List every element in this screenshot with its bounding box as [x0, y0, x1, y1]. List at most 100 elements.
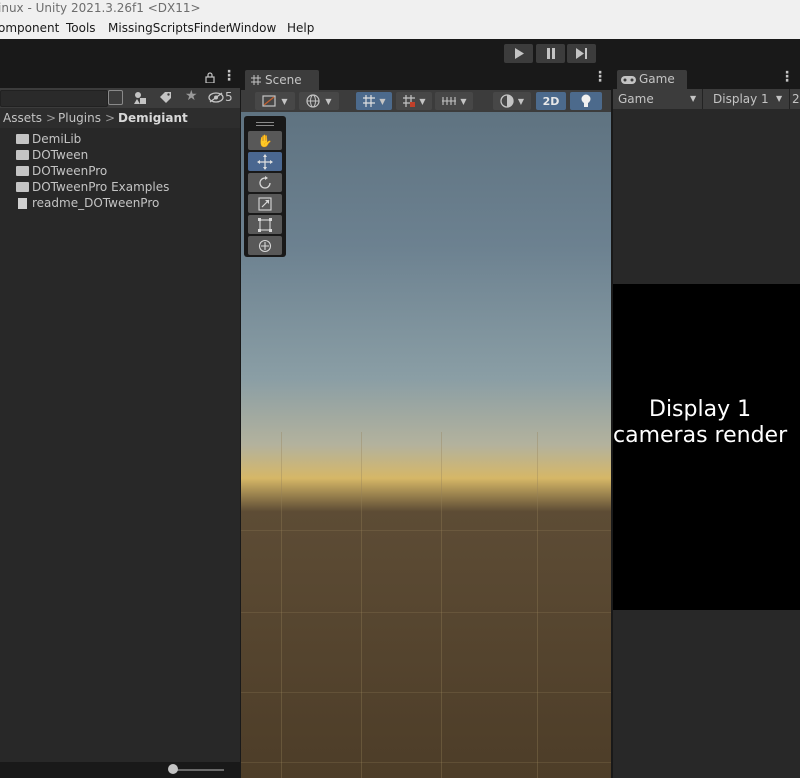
toggle-2d-button[interactable]: 2D — [536, 92, 566, 110]
display-message-line1: Display 1 — [649, 397, 752, 422]
tab-scene[interactable]: Scene — [245, 70, 319, 90]
shaded-draw-icon — [262, 95, 277, 107]
rotate-tool-button[interactable] — [248, 173, 282, 192]
menu-missing-scripts-finder[interactable]: MissingScriptsFinder — [108, 21, 231, 35]
chevron-down-icon: ▼ — [281, 96, 288, 106]
move-tool-button[interactable] — [248, 152, 282, 171]
breadcrumb-separator: > — [46, 111, 57, 125]
scene-menu-icon[interactable]: ⋮ — [593, 69, 607, 85]
chevron-down-icon: ▼ — [379, 96, 386, 106]
lock-icon[interactable] — [205, 72, 215, 83]
search-by-type-icon[interactable] — [108, 90, 123, 105]
display-select[interactable]: Display 1 ▼ — [703, 89, 789, 109]
scale-tool-button[interactable] — [248, 194, 282, 213]
chevron-down-icon: ▼ — [690, 94, 697, 103]
scene-visibility-dropdown[interactable]: ▼ — [299, 92, 339, 110]
transform-tool-button[interactable] — [248, 236, 282, 255]
list-item-label: DOTweenPro — [32, 164, 108, 178]
icon-size-slider-track[interactable] — [172, 769, 224, 771]
globe-icon — [306, 94, 321, 108]
list-item-label: readme_DOTweenPro — [32, 196, 160, 210]
folder-icon — [16, 166, 29, 176]
chevron-down-icon: ▼ — [325, 96, 332, 106]
project-footer — [0, 762, 240, 778]
list-item-label: DOTweenPro Examples — [32, 180, 170, 194]
menu-help[interactable]: Help — [287, 21, 314, 35]
breadcrumb-assets[interactable]: Assets — [3, 108, 42, 128]
display-select-label: Display 1 — [713, 92, 769, 106]
game-menu-icon[interactable]: ⋮ — [780, 69, 794, 85]
rotate-icon — [259, 175, 271, 189]
chevron-down-icon: ▼ — [419, 96, 426, 106]
tab-game[interactable]: Game — [617, 70, 687, 89]
game-tabbar: Game ⋮ — [613, 68, 800, 89]
breadcrumb-plugins[interactable]: Plugins — [58, 108, 101, 128]
breadcrumb: Assets > Plugins > Demigiant — [0, 108, 240, 128]
scene-tabbar: Scene ⋮ — [241, 68, 611, 90]
gamepad-icon — [621, 76, 636, 84]
tab-game-label: Game — [639, 72, 675, 86]
grid-line — [241, 692, 611, 693]
icon-size-slider-handle[interactable] — [168, 764, 178, 774]
project-search-row: ★ 5 — [0, 88, 240, 108]
grid-snapping-dropdown[interactable]: ▼ — [396, 92, 432, 110]
grid-visibility-dropdown[interactable]: ▼ — [356, 92, 392, 110]
increment-snap-icon — [442, 97, 457, 105]
draw-mode-dropdown[interactable]: ▼ — [255, 92, 295, 110]
lighting-toggle-button[interactable] — [570, 92, 602, 110]
increment-snap-dropdown[interactable]: ▼ — [435, 92, 473, 110]
move-icon — [257, 153, 273, 170]
grid-line — [241, 530, 611, 531]
display-message-line2: cameras render — [613, 423, 788, 448]
menu-component[interactable]: omponent — [0, 21, 59, 35]
gizmos-dropdown[interactable]: ▼ — [493, 92, 531, 110]
project-search-input[interactable] — [0, 90, 108, 107]
hand-tool-button[interactable]: ✋ — [248, 131, 282, 150]
grid-line — [441, 432, 442, 778]
favorite-star-icon[interactable]: ★ — [185, 88, 198, 104]
panel-divider[interactable] — [240, 68, 241, 778]
aspect-select[interactable]: 2 — [792, 92, 800, 106]
project-menu-icon[interactable]: ⋮ — [222, 68, 236, 84]
list-item-label: DOTween — [32, 148, 89, 162]
list-item[interactable]: DOTweenPro Examples — [16, 179, 169, 195]
file-icon — [18, 198, 27, 209]
tab-scene-label: Scene — [265, 73, 302, 87]
grid-snap-icon — [403, 95, 416, 107]
menu-window[interactable]: Window — [229, 21, 276, 35]
list-item[interactable]: readme_DOTweenPro — [16, 195, 159, 211]
hidden-packages-icon[interactable] — [208, 92, 224, 103]
grid-y-icon — [363, 95, 376, 107]
chevron-down-icon: ▼ — [460, 96, 467, 106]
breadcrumb-separator: > — [105, 111, 116, 125]
list-item[interactable]: DemiLib — [16, 131, 81, 147]
rect-tool-button[interactable] — [248, 215, 282, 234]
menu-tools[interactable]: Tools — [66, 21, 96, 35]
game-view-select[interactable]: Game ▼ — [613, 89, 701, 109]
play-button[interactable] — [504, 44, 533, 63]
scene-panel: Scene ⋮ ▼ ▼ ▼ ▼ ▼ ▼ 2D — [241, 68, 611, 778]
list-item[interactable]: DOTweenPro — [16, 163, 107, 179]
pause-button[interactable] — [536, 44, 565, 63]
palette-drag-handle[interactable] — [256, 122, 274, 123]
project-panel: ⋮ ★ 5 Assets > Plugins > Demigiant DemiL… — [0, 68, 240, 778]
project-tabbar: ⋮ — [0, 68, 240, 88]
list-item[interactable]: DOTween — [16, 147, 88, 163]
grid-line — [241, 762, 611, 763]
hidden-packages-count: 5 — [225, 90, 233, 104]
game-panel: Game ⋮ Game ▼ Display 1 ▼ 2 Display 1 ca… — [613, 68, 800, 778]
game-toolbar: Game ▼ Display 1 ▼ 2 — [613, 89, 800, 109]
play-icon — [514, 48, 524, 59]
rect-transform-icon — [258, 217, 272, 232]
folder-icon — [16, 182, 29, 192]
breadcrumb-demigiant[interactable]: Demigiant — [118, 108, 188, 128]
grid-hash-icon — [251, 75, 261, 85]
transform-icon — [258, 239, 272, 252]
filter-by-label-icon[interactable] — [159, 91, 172, 104]
scene-viewport[interactable] — [241, 112, 611, 778]
game-view-select-label: Game — [618, 92, 654, 106]
palette-drag-handle[interactable] — [256, 125, 274, 126]
main-toolbar — [0, 39, 800, 68]
step-button[interactable] — [567, 44, 596, 63]
filter-by-type-icon[interactable] — [133, 91, 147, 105]
